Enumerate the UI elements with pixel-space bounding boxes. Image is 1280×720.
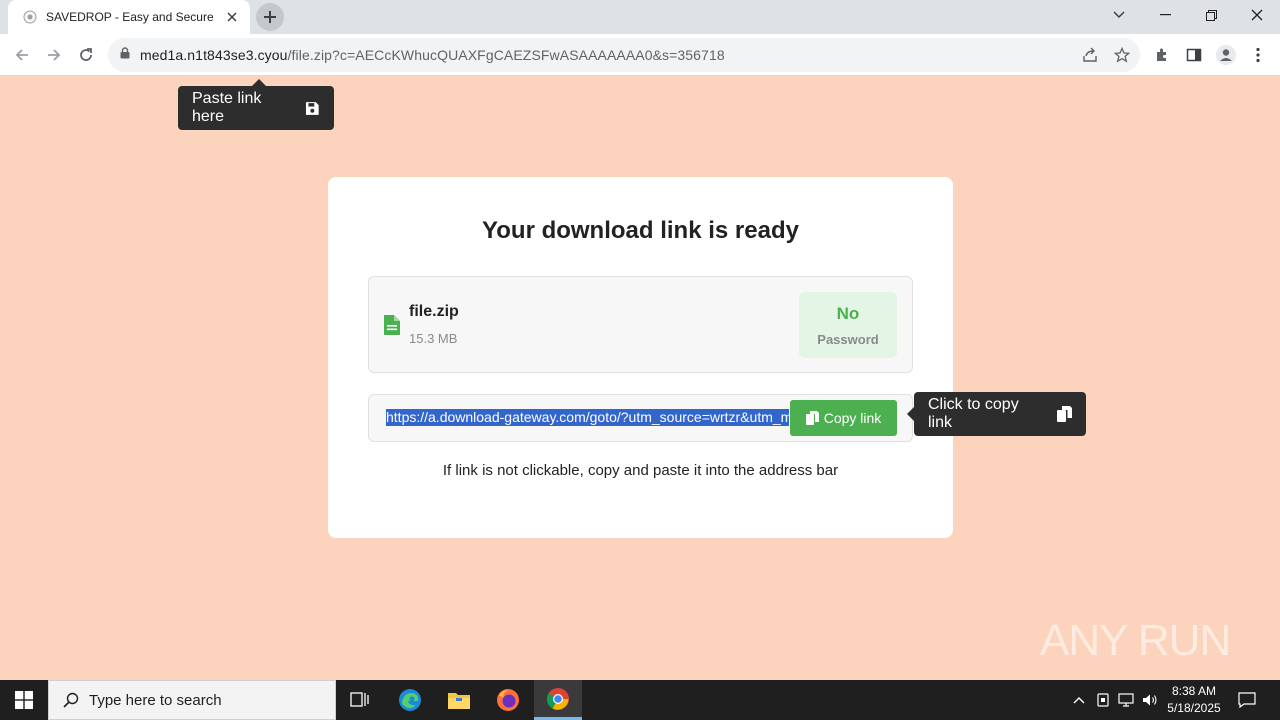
close-window-button[interactable] bbox=[1234, 0, 1280, 30]
password-badge: No Password bbox=[799, 292, 897, 358]
paste-link-tooltip: Paste link here bbox=[178, 79, 334, 130]
copy-icon bbox=[805, 411, 819, 425]
site-favicon-icon bbox=[22, 9, 38, 25]
download-card: Your download link is ready file.zip 15.… bbox=[328, 177, 953, 538]
volume-icon[interactable] bbox=[1142, 692, 1158, 708]
password-status: No bbox=[836, 304, 860, 323]
file-info-panel: file.zip 15.3 MB No Password bbox=[368, 276, 913, 373]
device-tray-icon[interactable] bbox=[1095, 692, 1111, 708]
copy-link-tooltip: Click to copy link bbox=[907, 392, 1086, 436]
taskbar-search-box[interactable]: Type here to search bbox=[48, 680, 336, 720]
download-link-text: https://a.download-gateway.com/goto/?utm… bbox=[386, 409, 789, 426]
file-name: file.zip bbox=[409, 303, 459, 320]
save-icon bbox=[306, 101, 320, 115]
tab-strip: SAVEDROP - Easy and Secure File bbox=[0, 0, 1280, 34]
back-button[interactable] bbox=[6, 39, 38, 71]
clock-time: 8:38 AM bbox=[1171, 684, 1217, 698]
search-placeholder: Type here to search bbox=[89, 691, 222, 709]
edge-browser-icon[interactable] bbox=[386, 680, 434, 720]
bookmark-star-icon[interactable] bbox=[1114, 47, 1130, 63]
copy-link-button[interactable]: Copy link bbox=[790, 400, 897, 436]
notifications-icon[interactable] bbox=[1236, 690, 1258, 710]
windows-logo-icon bbox=[15, 691, 33, 709]
windows-taskbar: Type here to search 8:38 AM 5/18/2025 bbox=[0, 680, 1280, 720]
task-view-icon[interactable] bbox=[336, 680, 384, 720]
new-tab-button[interactable] bbox=[256, 3, 284, 31]
clock-date: 5/18/2025 bbox=[1167, 701, 1221, 715]
url-path: /file.zip?c=AECcKWhucQUAXFgCAEZSFwASAAAA… bbox=[287, 47, 725, 63]
lock-icon[interactable] bbox=[120, 46, 130, 64]
file-icon bbox=[384, 315, 400, 335]
link-panel: https://a.download-gateway.com/goto/?utm… bbox=[368, 394, 913, 442]
forward-button[interactable] bbox=[38, 39, 70, 71]
browser-tab[interactable]: SAVEDROP - Easy and Secure File bbox=[8, 0, 250, 34]
extensions-icon[interactable] bbox=[1146, 39, 1178, 71]
restore-button[interactable] bbox=[1188, 0, 1234, 30]
taskbar-clock[interactable]: 8:38 AM 5/18/2025 bbox=[1160, 683, 1228, 717]
address-bar[interactable]: med1a.n1t843se3.cyou/file.zip?c=AECcKWhu… bbox=[108, 38, 1140, 72]
page-title: Your download link is ready bbox=[482, 217, 799, 244]
close-tab-icon[interactable] bbox=[224, 9, 240, 25]
network-icon[interactable] bbox=[1118, 692, 1134, 708]
anyrun-watermark: ANY RUN bbox=[1040, 608, 1240, 674]
side-panel-icon[interactable] bbox=[1178, 39, 1210, 71]
url-text: med1a.n1t843se3.cyou/file.zip?c=AECcKWhu… bbox=[140, 47, 725, 63]
profile-avatar-icon[interactable] bbox=[1210, 39, 1242, 71]
paste-tooltip-text: Paste link here bbox=[192, 90, 262, 125]
copy-icon bbox=[1057, 406, 1072, 422]
copy-tooltip-text: Click to copy link bbox=[928, 396, 1019, 431]
watermark-text: ANY RUN bbox=[1040, 616, 1231, 665]
tab-search-icon[interactable] bbox=[1096, 0, 1142, 30]
minimize-button[interactable] bbox=[1142, 0, 1188, 30]
password-label: Password bbox=[817, 332, 879, 347]
reload-button[interactable] bbox=[70, 39, 102, 71]
file-explorer-icon[interactable] bbox=[435, 680, 483, 720]
chrome-icon[interactable] bbox=[534, 680, 582, 720]
start-button[interactable] bbox=[0, 680, 48, 720]
search-icon bbox=[63, 692, 79, 708]
url-host: med1a.n1t843se3.cyou bbox=[140, 47, 288, 63]
address-bar-hint: If link is not clickable, copy and paste… bbox=[442, 462, 839, 479]
copy-button-label: Copy link bbox=[823, 410, 882, 426]
file-size: 15.3 MB bbox=[409, 331, 458, 346]
browser-toolbar: med1a.n1t843se3.cyou/file.zip?c=AECcKWhu… bbox=[0, 34, 1280, 76]
share-icon[interactable] bbox=[1082, 47, 1098, 63]
firefox-icon[interactable] bbox=[484, 680, 532, 720]
menu-kebab-icon[interactable] bbox=[1242, 39, 1274, 71]
show-hidden-icons-chevron-icon[interactable] bbox=[1071, 692, 1087, 708]
tab-title: SAVEDROP - Easy and Secure File bbox=[46, 10, 218, 24]
download-link-field[interactable]: https://a.download-gateway.com/goto/?utm… bbox=[386, 409, 789, 429]
